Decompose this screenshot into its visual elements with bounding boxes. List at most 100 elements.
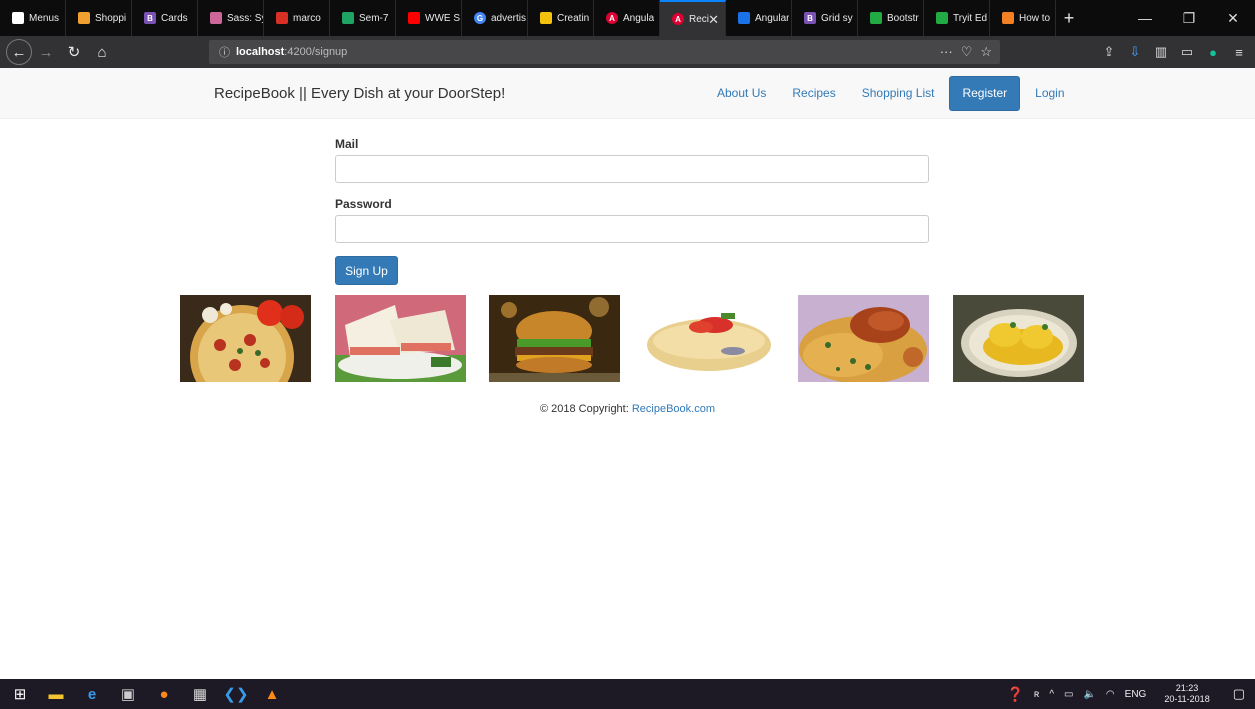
food-image-taco <box>643 295 774 382</box>
wifi-icon[interactable]: ◠ <box>1101 689 1120 700</box>
browser-tab-active[interactable]: A Reci ✕ <box>660 0 726 36</box>
firefox-icon[interactable]: ● <box>146 679 182 709</box>
food-image-biryani <box>798 295 929 382</box>
angular-icon: A <box>606 12 618 24</box>
nav-link-recipes[interactable]: Recipes <box>779 77 848 110</box>
minimize-icon[interactable]: — <box>1123 0 1167 36</box>
more-icon[interactable]: ··· <box>940 44 953 60</box>
brand-title[interactable]: RecipeBook || Every Dish at your DoorSte… <box>214 85 505 102</box>
chevron-up-icon[interactable]: ^ <box>1044 689 1059 700</box>
close-window-icon[interactable]: ✕ <box>1211 0 1255 36</box>
sass-icon <box>210 12 222 24</box>
browser-tab[interactable]: Sass: Sy <box>198 0 264 36</box>
browser-tab[interactable]: A Angula <box>594 0 660 36</box>
lightbulb-icon <box>540 12 552 24</box>
windows-start-icon[interactable]: ⊞ <box>2 679 38 709</box>
gmail-icon <box>276 12 288 24</box>
menu-icon <box>12 12 24 24</box>
browser-tab[interactable]: Gadvertis <box>462 0 528 36</box>
toolbar-tools: ⇪ ⇩ ▥ ▭ ● ≡ <box>1099 40 1249 64</box>
forward-arrow-icon[interactable]: → <box>32 38 60 66</box>
w3schools-icon <box>936 12 948 24</box>
vscode-icon[interactable]: ❮❯ <box>218 679 254 709</box>
copyright-text: © 2018 Copyright: <box>539 403 632 415</box>
browser-tab[interactable]: WWE S <box>396 0 462 36</box>
angular-icon: A <box>672 13 684 25</box>
browser-tab[interactable]: Angular <box>726 0 792 36</box>
info-icon[interactable]: ⓘ <box>219 44 230 60</box>
password-input[interactable] <box>335 215 929 243</box>
battery-icon[interactable]: ▭ <box>1059 689 1078 700</box>
download-icon[interactable]: ⇩ <box>1125 40 1145 64</box>
windows-taskbar: ⊞ ▬ e ▣ ● ▦ ❮❯ ▲ ❓ ʀ ^ ▭ 🔈 ◠ ENG 21:23 20… <box>0 679 1255 709</box>
bootstrap-icon: B <box>144 12 156 24</box>
clock[interactable]: 21:23 20-11-2018 <box>1151 683 1222 705</box>
mail-input[interactable] <box>335 155 929 183</box>
stackoverflow-icon <box>1002 12 1014 24</box>
store-icon[interactable]: ▣ <box>110 679 146 709</box>
window-controls: — ❐ ✕ <box>1123 0 1255 36</box>
clock-date: 20-11-2018 <box>1164 694 1210 704</box>
password-label: Password <box>335 197 392 211</box>
back-arrow-icon[interactable]: ← <box>6 39 32 65</box>
food-image-burger <box>489 295 620 382</box>
shopping-icon <box>78 12 90 24</box>
mail-label: Mail <box>335 137 359 151</box>
browser-tab[interactable]: Shoppi <box>66 0 132 36</box>
w3schools-icon <box>870 12 882 24</box>
language-indicator[interactable]: ENG <box>1120 689 1152 700</box>
drive-icon <box>342 12 354 24</box>
upload-icon[interactable]: ⇪ <box>1099 40 1119 64</box>
library-icon[interactable]: ▥ <box>1151 40 1171 64</box>
food-image-sandwich <box>335 295 466 382</box>
edge-icon[interactable]: e <box>74 679 110 709</box>
home-icon[interactable]: ⌂ <box>88 38 116 66</box>
notification-icon[interactable]: ▢ <box>1223 686 1255 702</box>
url-actions: ··· ♡ ☆ <box>940 44 992 60</box>
nav-link-login[interactable]: Login <box>1022 77 1077 110</box>
bookmark-star-icon[interactable]: ☆ <box>980 44 992 60</box>
url-host: localhost <box>236 46 285 58</box>
app-navbar: RecipeBook || Every Dish at your DoorSte… <box>0 68 1255 119</box>
hamburger-menu-icon[interactable]: ≡ <box>1229 40 1249 64</box>
url-bar[interactable]: ⓘ localhost:4200/signup ··· ♡ ☆ <box>209 40 1000 64</box>
footer: © 2018 Copyright: RecipeBook.com <box>0 403 1255 415</box>
google-icon: G <box>474 12 486 24</box>
app-icon[interactable]: ▦ <box>182 679 218 709</box>
browser-tab[interactable]: How to <box>990 0 1056 36</box>
people-icon[interactable]: ʀ <box>1029 689 1044 700</box>
browser-tab[interactable]: Sem-7 <box>330 0 396 36</box>
mdn-icon <box>738 12 750 24</box>
nav-link-about-us[interactable]: About Us <box>704 77 779 110</box>
browser-tab[interactable]: B Grid sy <box>792 0 858 36</box>
sidebar-icon[interactable]: ▭ <box>1177 40 1197 64</box>
browser-tab[interactable]: B Cards <box>132 0 198 36</box>
new-tab-button[interactable]: + <box>1056 0 1082 36</box>
youtube-icon <box>408 12 420 24</box>
system-tray: ❓ ʀ ^ ▭ 🔈 ◠ ENG 21:23 20-11-2018 ▢ <box>1001 679 1255 709</box>
close-icon[interactable]: ✕ <box>708 12 719 28</box>
browser-tab-strip: Menus Shoppi B Cards Sass: Sy marco Sem-7… <box>0 0 1255 36</box>
clock-time: 21:23 <box>1175 683 1199 693</box>
browser-tab[interactable]: Bootstr <box>858 0 924 36</box>
nav-link-shopping-list[interactable]: Shopping List <box>849 77 948 110</box>
browser-tab[interactable]: marco <box>264 0 330 36</box>
food-image-pizza <box>180 295 311 382</box>
help-icon[interactable]: ❓ <box>1001 686 1028 703</box>
pocket-icon[interactable]: ♡ <box>961 44 973 60</box>
url-path: :4200/signup <box>284 46 348 58</box>
sign-up-button[interactable]: Sign Up <box>335 256 398 285</box>
browser-tab[interactable]: Tryit Ed <box>924 0 990 36</box>
volume-icon[interactable]: 🔈 <box>1078 689 1100 700</box>
nav-link-register[interactable]: Register <box>949 76 1021 111</box>
vlc-icon[interactable]: ▲ <box>254 679 290 709</box>
reload-icon[interactable]: ↻ <box>60 38 88 66</box>
restore-icon[interactable]: ❐ <box>1167 0 1211 36</box>
nav-links: About Us Recipes Shopping List Register … <box>704 76 1078 111</box>
file-explorer-icon[interactable]: ▬ <box>38 679 74 709</box>
browser-tab[interactable]: Creatin <box>528 0 594 36</box>
grammarly-icon[interactable]: ● <box>1203 40 1223 64</box>
browser-tab[interactable]: Menus <box>0 0 66 36</box>
footer-link[interactable]: RecipeBook.com <box>632 403 715 415</box>
browser-toolbar: ← → ↻ ⌂ ⓘ localhost:4200/signup ··· ♡ ☆ … <box>0 36 1255 68</box>
